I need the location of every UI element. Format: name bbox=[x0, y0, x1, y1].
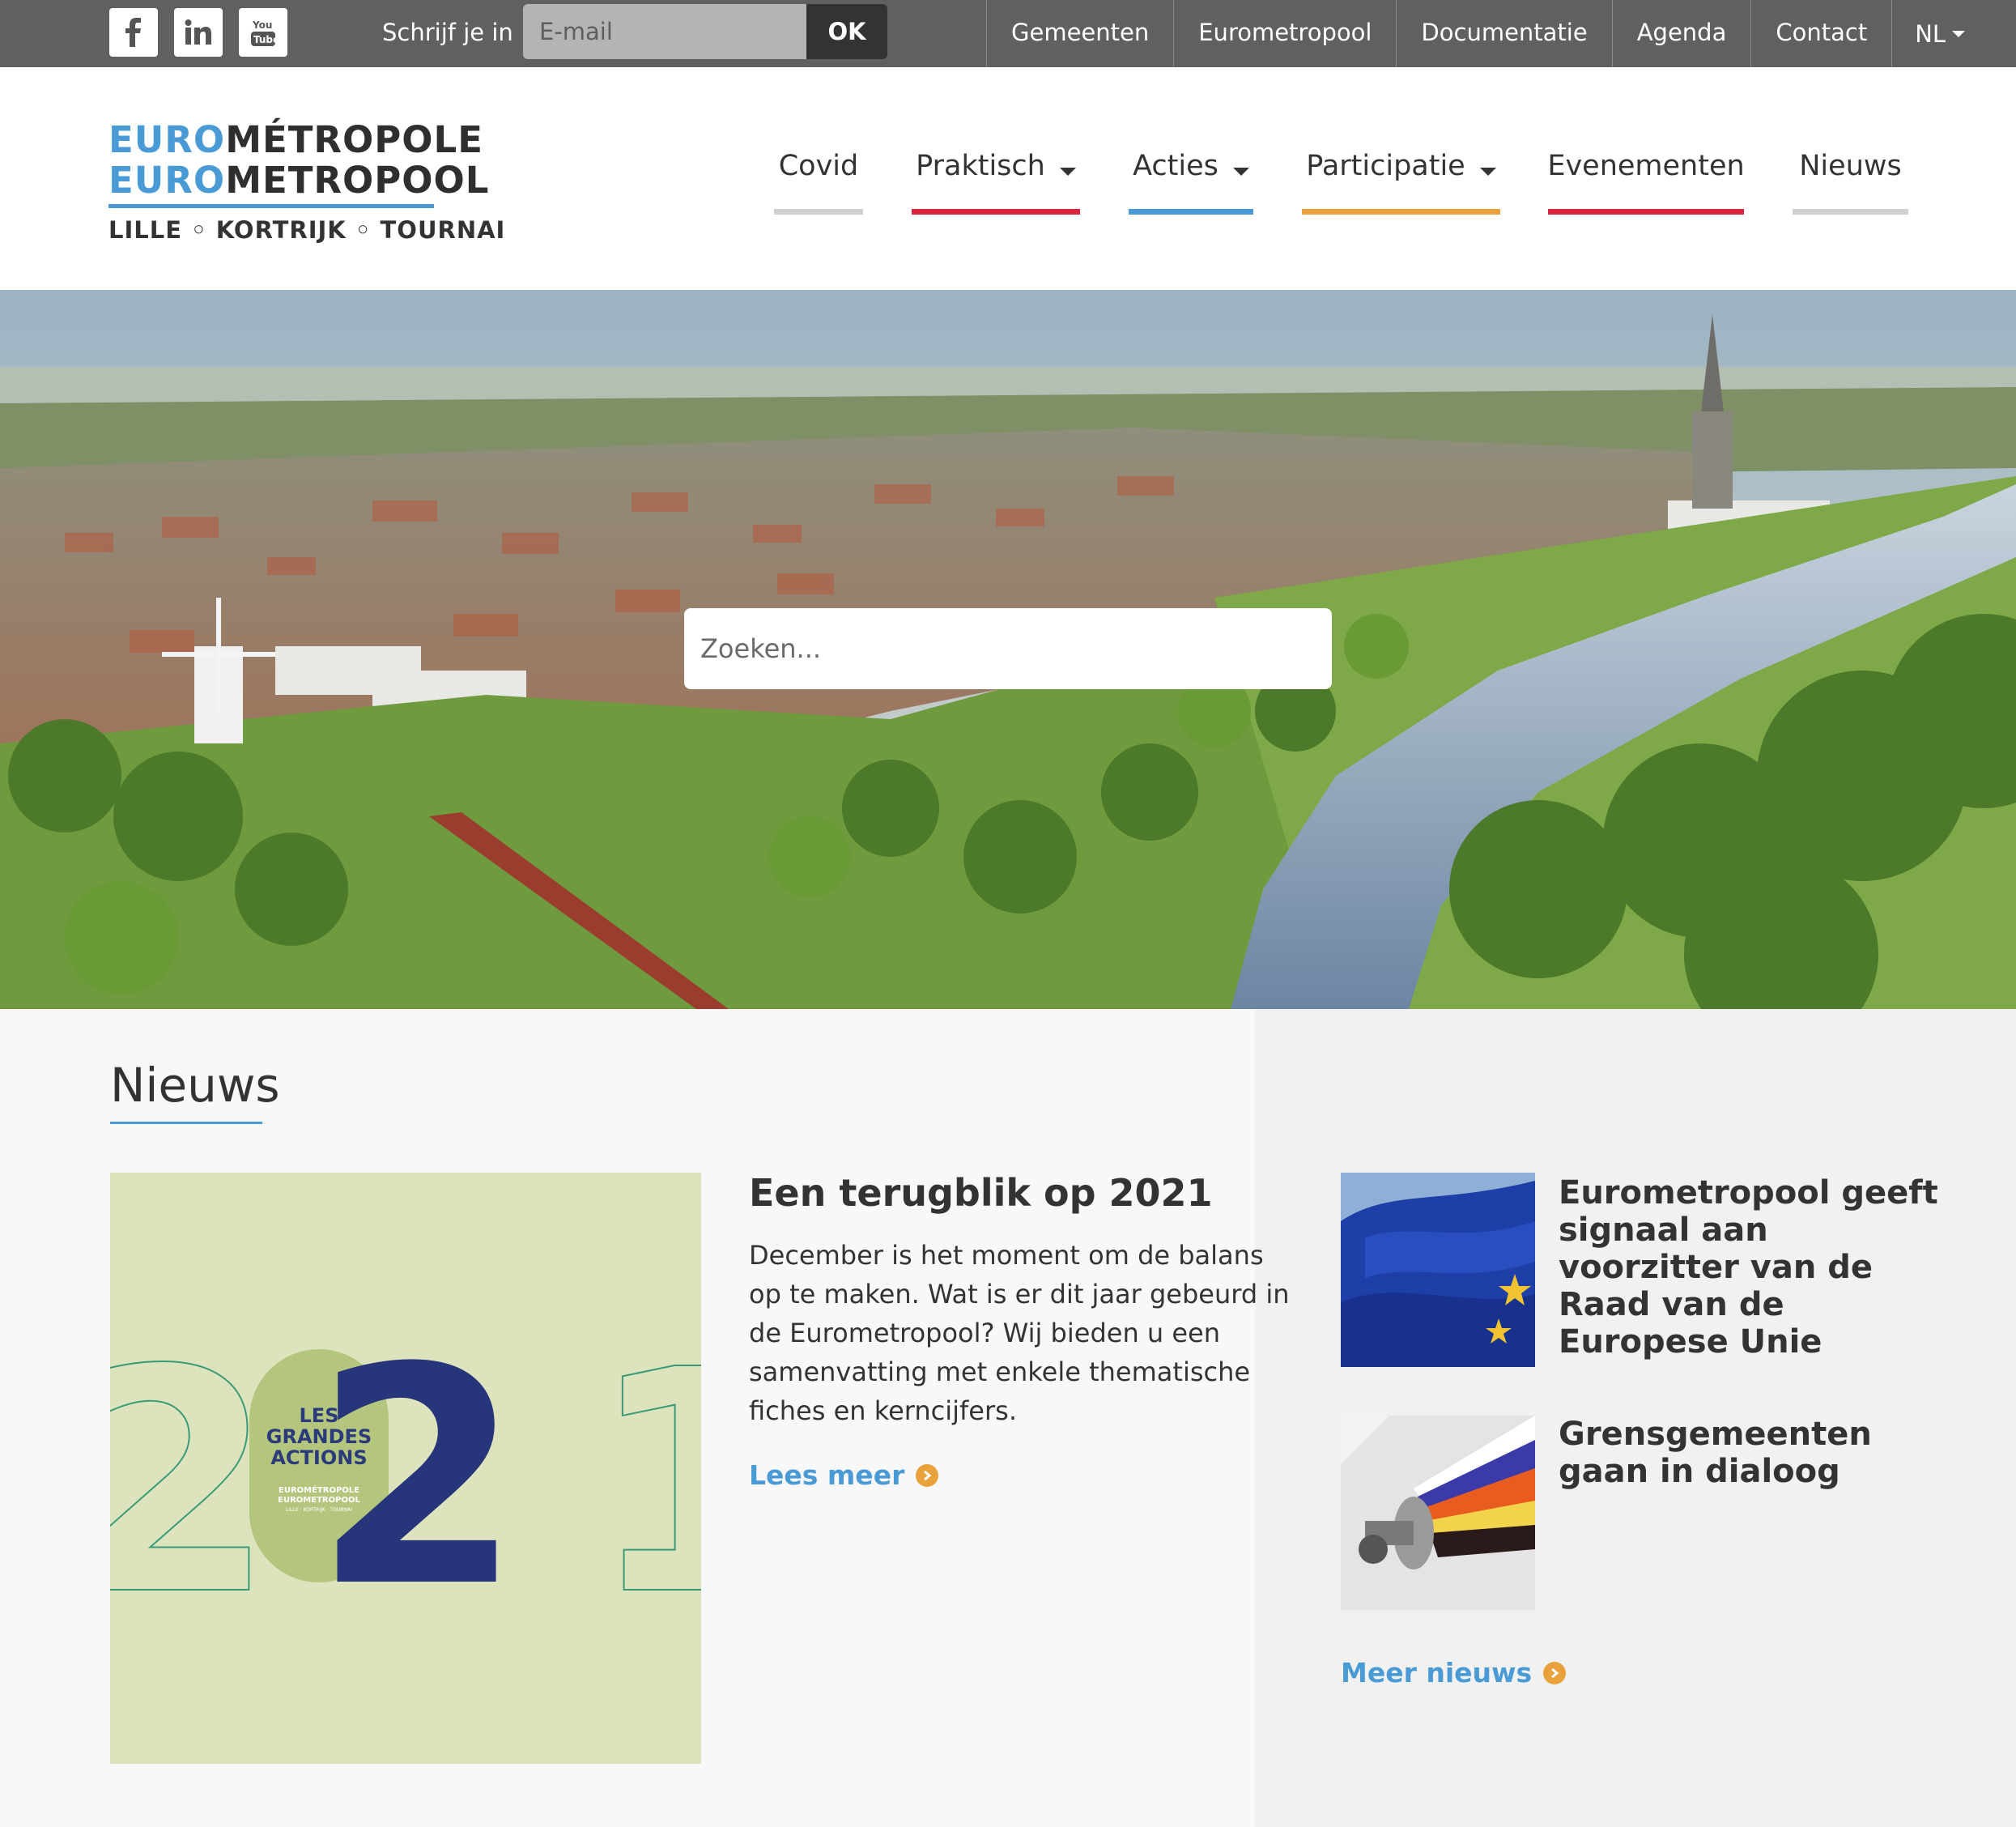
eu-flag-image bbox=[1341, 1173, 1535, 1367]
year-digit-outline-right: 1 bbox=[588, 1304, 701, 1663]
news-title-underline bbox=[110, 1122, 262, 1124]
nav-participatie[interactable]: Participatie bbox=[1302, 142, 1500, 215]
featured-news-image[interactable]: 2 LES GRANDES ACTIONS EUROMÉTROPOLE EURO… bbox=[110, 1173, 701, 1764]
logo-subline: LILLE ◦ KORTRIJK ◦ TOURNAI bbox=[108, 216, 506, 244]
chevron-down-icon bbox=[1059, 168, 1076, 176]
chevron-right-icon bbox=[1543, 1661, 1567, 1684]
subscribe-label: Schrijf je in bbox=[382, 19, 513, 46]
topnav-agenda[interactable]: Agenda bbox=[1611, 0, 1751, 67]
linkedin-icon bbox=[185, 19, 211, 45]
subscribe-ok-button[interactable]: OK bbox=[806, 4, 887, 59]
main-nav: Covid Praktisch Acties Participatie Even… bbox=[0, 142, 2016, 215]
nav-nieuws[interactable]: Nieuws bbox=[1793, 142, 1908, 215]
megaphone-image bbox=[1341, 1416, 1535, 1610]
svg-text:Tube: Tube bbox=[253, 34, 277, 45]
chevron-right-icon bbox=[916, 1463, 939, 1487]
news-item-title[interactable]: Grensgemeenten gaan in dialoog bbox=[1559, 1416, 1947, 1490]
news-item-title[interactable]: Eurometropool geeft signaal aan voorzitt… bbox=[1559, 1174, 1947, 1361]
topnav-gemeenten[interactable]: Gemeenten bbox=[986, 0, 1173, 67]
read-more-link[interactable]: Lees meer bbox=[749, 1459, 939, 1491]
news-section: Nieuws 2 LES GRANDES ACTIONS EUROMÉTROPO… bbox=[0, 1009, 2016, 1827]
year-digit-big: 2 bbox=[313, 1305, 521, 1653]
site-header: EUROMÉTROPOLE EUROMETROPOOL LILLE ◦ KORT… bbox=[0, 67, 2016, 290]
news-item-image-megaphone[interactable] bbox=[1341, 1416, 1535, 1610]
svg-text:You: You bbox=[252, 19, 272, 31]
featured-news-title[interactable]: Een terugblik op 2021 bbox=[749, 1171, 1316, 1215]
nav-underline bbox=[1129, 209, 1253, 215]
more-news-link[interactable]: Meer nieuws bbox=[1341, 1657, 1567, 1689]
nav-underline bbox=[774, 209, 863, 215]
language-selector[interactable]: NL bbox=[1891, 0, 1988, 67]
linkedin-link[interactable] bbox=[174, 8, 223, 57]
nav-underline bbox=[1793, 209, 1908, 215]
nav-underline bbox=[1548, 209, 1744, 215]
nav-praktisch[interactable]: Praktisch bbox=[912, 142, 1080, 215]
nav-acties[interactable]: Acties bbox=[1129, 142, 1253, 215]
nav-covid[interactable]: Covid bbox=[774, 142, 863, 215]
hero-banner bbox=[0, 290, 2016, 1009]
nav-underline bbox=[912, 209, 1080, 215]
chevron-down-icon bbox=[1952, 30, 1966, 37]
chevron-down-icon bbox=[1232, 168, 1249, 176]
top-bar: You Tube Schrijf je in OK Gemeenten Euro… bbox=[0, 0, 2016, 67]
facebook-icon bbox=[125, 18, 141, 47]
email-input[interactable] bbox=[523, 4, 806, 59]
year-2021-graphic: 2 LES GRANDES ACTIONS EUROMÉTROPOLE EURO… bbox=[110, 1173, 701, 1764]
youtube-icon: You Tube bbox=[251, 19, 277, 46]
topnav-documentatie[interactable]: Documentatie bbox=[1396, 0, 1611, 67]
youtube-link[interactable]: You Tube bbox=[239, 8, 287, 57]
nav-evenementen[interactable]: Evenementen bbox=[1547, 142, 1745, 215]
language-label: NL bbox=[1915, 19, 1946, 48]
search-input[interactable] bbox=[684, 608, 1332, 689]
topnav-eurometropool[interactable]: Eurometropool bbox=[1173, 0, 1396, 67]
news-item-image-eu-flag[interactable] bbox=[1341, 1173, 1535, 1367]
topnav-contact[interactable]: Contact bbox=[1750, 0, 1891, 67]
news-section-title: Nieuws bbox=[110, 1058, 280, 1113]
chevron-down-icon bbox=[1479, 168, 1496, 176]
facebook-link[interactable] bbox=[109, 8, 158, 57]
nav-underline bbox=[1302, 209, 1500, 215]
featured-news-body: December is het moment om de balans op t… bbox=[749, 1240, 1290, 1426]
utility-nav: Gemeenten Eurometropool Documentatie Age… bbox=[986, 0, 1988, 67]
